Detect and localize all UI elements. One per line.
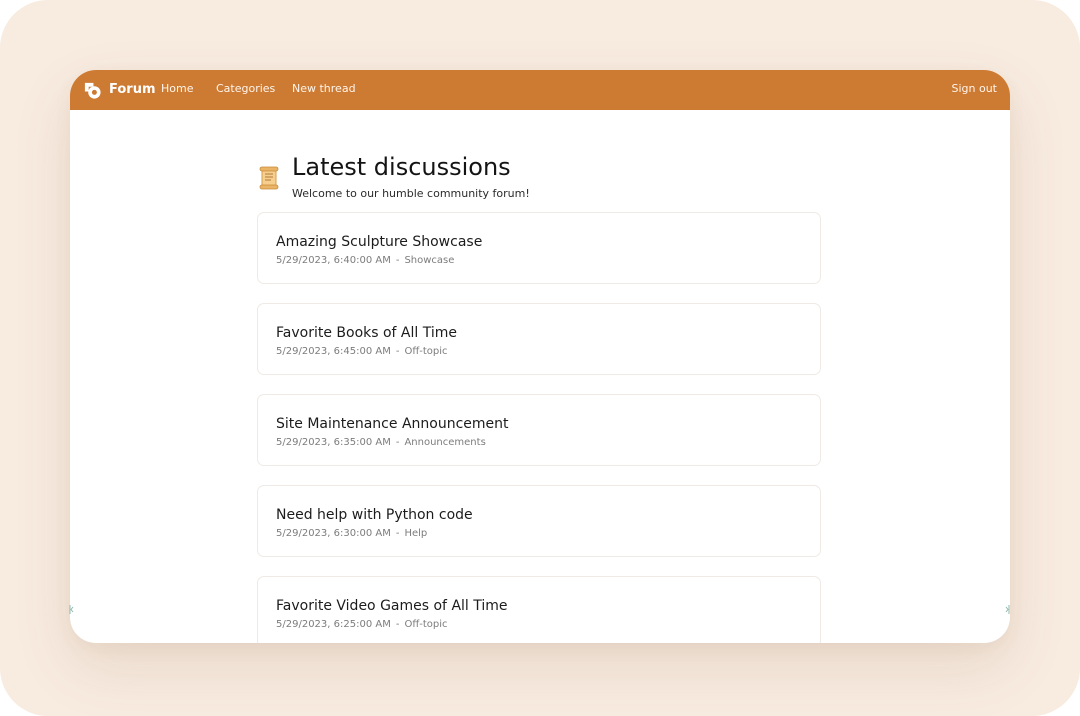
thread-meta: 5/29/2023, 6:40:00 AM - Showcase xyxy=(276,254,454,268)
thread-date: 5/29/2023, 6:30:00 AM xyxy=(276,528,391,539)
thread-card[interactable]: Site Maintenance Announcement 5/29/2023,… xyxy=(257,394,821,466)
thread-title[interactable]: Need help with Python code xyxy=(276,506,473,524)
nav-categories-link[interactable]: Categories xyxy=(216,82,275,96)
browser-window: Forum Home Categories New thread Sign ou… xyxy=(70,70,1010,643)
brand-name: Forum xyxy=(109,82,156,97)
meta-separator: - xyxy=(395,619,400,630)
brand[interactable]: Forum xyxy=(83,80,156,100)
desktop-backdrop: Forum Home Categories New thread Sign ou… xyxy=(0,0,1080,716)
thread-meta: 5/29/2023, 6:35:00 AM - Announcements xyxy=(276,436,486,450)
thread-title[interactable]: Favorite Books of All Time xyxy=(276,324,457,342)
thread-title[interactable]: Favorite Video Games of All Time xyxy=(276,597,508,615)
left-edge-handle-icon xyxy=(69,605,74,614)
thread-date: 5/29/2023, 6:35:00 AM xyxy=(276,437,391,448)
thread-card[interactable]: Amazing Sculpture Showcase 5/29/2023, 6:… xyxy=(257,212,821,284)
thread-card[interactable]: Favorite Books of All Time 5/29/2023, 6:… xyxy=(257,303,821,375)
nav-home-link[interactable]: Home xyxy=(161,82,193,96)
thread-card[interactable]: Favorite Video Games of All Time 5/29/20… xyxy=(257,576,821,643)
thread-category[interactable]: Help xyxy=(404,528,427,539)
thread-meta: 5/29/2023, 6:45:00 AM - Off-topic xyxy=(276,345,448,359)
right-edge-handle-icon xyxy=(1005,605,1010,614)
meta-separator: - xyxy=(395,528,400,539)
thread-category[interactable]: Announcements xyxy=(404,437,485,448)
nav-new-thread-link[interactable]: New thread xyxy=(292,82,356,96)
thread-card[interactable]: Need help with Python code 5/29/2023, 6:… xyxy=(257,485,821,557)
page-subtitle: Welcome to our humble community forum! xyxy=(292,187,530,200)
sign-out-link[interactable]: Sign out xyxy=(951,82,997,96)
thread-date: 5/29/2023, 6:45:00 AM xyxy=(276,346,391,357)
thread-title[interactable]: Site Maintenance Announcement xyxy=(276,415,509,433)
thread-date: 5/29/2023, 6:40:00 AM xyxy=(276,255,391,266)
thread-category[interactable]: Showcase xyxy=(404,255,454,266)
top-navbar: Forum Home Categories New thread Sign ou… xyxy=(70,70,1010,110)
page-title: Latest discussions xyxy=(292,153,511,181)
scroll-icon xyxy=(259,166,279,190)
thread-category[interactable]: Off-topic xyxy=(404,346,447,357)
page-header: Latest discussions Welcome to our humble… xyxy=(256,152,822,202)
thread-list: Amazing Sculpture Showcase 5/29/2023, 6:… xyxy=(257,212,823,643)
thread-meta: 5/29/2023, 6:25:00 AM - Off-topic xyxy=(276,618,448,632)
thread-meta: 5/29/2023, 6:30:00 AM - Help xyxy=(276,527,427,541)
meta-separator: - xyxy=(395,437,400,448)
forum-logo-icon xyxy=(84,82,101,99)
thread-date: 5/29/2023, 6:25:00 AM xyxy=(276,619,391,630)
thread-title[interactable]: Amazing Sculpture Showcase xyxy=(276,233,482,251)
meta-separator: - xyxy=(395,346,400,357)
thread-category[interactable]: Off-topic xyxy=(404,619,447,630)
meta-separator: - xyxy=(395,255,400,266)
